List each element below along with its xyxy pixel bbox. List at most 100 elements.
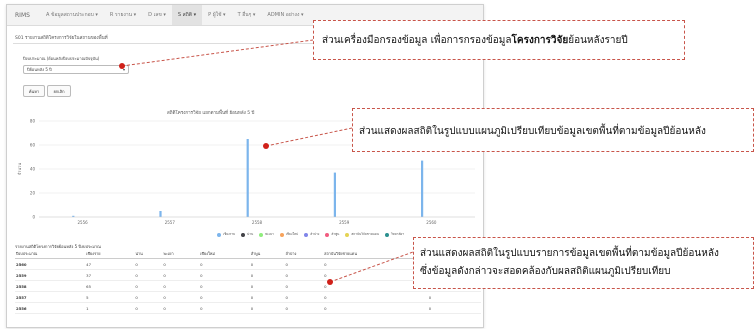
column-header[interactable]: ลำปาง — [284, 250, 324, 259]
table-cell: 0 — [199, 291, 250, 303]
table-row: 2559370000000 — [15, 269, 481, 281]
legend-swatch — [259, 232, 264, 237]
table-cell: 0 — [323, 302, 428, 314]
table-cell: 0 — [249, 269, 285, 281]
search-button[interactable]: ค้นหา — [23, 85, 45, 97]
legend-swatch — [241, 232, 246, 237]
legend-swatch — [279, 232, 284, 237]
callout-chart-note: ส่วนแสดงผลสถิติในรูปแบบแผนภูมิเปรียบเทีย… — [352, 108, 754, 152]
bar — [333, 172, 336, 217]
nav-item-report[interactable]: R รายงาน ▾ — [104, 5, 142, 25]
column-header[interactable]: ลำพูน — [249, 250, 285, 259]
row-year-cell: 2559 — [15, 269, 86, 281]
x-tick-label: 2559 — [339, 220, 350, 225]
callout-filter-note: ส่วนเครื่องมือกรองข้อมูล เพื่อการกรองข้อ… — [313, 20, 685, 60]
table-cell: 0 — [249, 258, 285, 270]
table-cell: 0 — [249, 291, 285, 303]
legend-swatch — [384, 232, 389, 237]
legend-label: พะเยา — [265, 232, 274, 236]
table-cell: 0 — [134, 302, 163, 314]
table-header-row: ปีงบประมาณ เชียงราย น่าน พะเยา เชียงใหม่ ลำพู… — [15, 250, 481, 259]
table-cell: 47 — [85, 258, 135, 270]
table-cell: 0 — [284, 291, 324, 303]
table-cell: 0 — [162, 269, 200, 281]
table-cell: 0 — [323, 291, 428, 303]
y-tick-label: 40 — [30, 167, 36, 172]
legend-label: ลำพูน — [331, 232, 340, 236]
column-header[interactable]: พะเยา — [162, 250, 200, 259]
table-cell: 0 — [199, 258, 250, 270]
row-year-cell: 2556 — [15, 302, 86, 314]
y-tick-label: 20 — [30, 191, 36, 196]
table-row: 2556 1 0 0 0 0 0 0 0 — [15, 302, 481, 314]
column-header[interactable]: ปีงบประมาณ — [15, 250, 86, 259]
legend-item[interactable]: วิทยาลัยฯ — [384, 232, 405, 237]
legend-swatch — [217, 232, 221, 237]
column-header[interactable]: น่าน — [134, 250, 163, 259]
nav-item-others[interactable]: T อื่นๆ ▾ — [232, 5, 262, 25]
y-tick-label: 60 — [30, 143, 36, 148]
table-cell: 0 — [199, 280, 250, 292]
callout-table-note: ส่วนแสดงผลสถิติในรูปแบบรายการข้อมูลเขตพื… — [413, 237, 754, 289]
x-tick-label: 2560 — [426, 220, 437, 225]
row-year-cell: 2558 — [15, 280, 86, 292]
bar — [159, 211, 162, 217]
legend-label: วิทยาลัยฯ — [390, 232, 405, 236]
legend-item[interactable]: สถาบันวิจัยชายแดน — [345, 232, 379, 237]
table-cell: 0 — [134, 291, 163, 303]
callout-filter-suffix: ย้อนหลังรายปี — [568, 35, 628, 46]
table-cell: 0 — [162, 302, 200, 314]
legend-item[interactable]: พะเยา — [259, 232, 274, 237]
nav-item-d[interactable]: D เลข ▾ — [142, 5, 172, 25]
clear-button[interactable]: ยกเลิก — [47, 85, 71, 97]
callout-filter-prefix: ส่วนเครื่องมือกรองข้อมูล เพื่อการกรองข้อ… — [322, 35, 512, 46]
legend-item[interactable]: ลำปาง — [304, 232, 319, 237]
filter-label: ปีงบประมาณ (ย้อนหลังปีงบประมาณปัจจุบัน) — [23, 56, 100, 61]
table-cell: 37 — [85, 269, 135, 281]
table-title: รายงานสถิติโครงการวิจัยย้อนหลัง 5 ปีงบปร… — [15, 244, 101, 249]
y-tick-label: 80 — [30, 119, 36, 124]
table-row: 2560470000000 — [15, 258, 481, 270]
table-cell: 0 — [284, 269, 324, 281]
table-cell: 0 — [284, 258, 324, 270]
y-tick-label: 0 — [32, 215, 35, 220]
legend-swatch — [325, 232, 330, 237]
legend-label: น่าน — [247, 232, 254, 236]
table-cell: 65 — [85, 280, 135, 292]
table-cell: 0 — [199, 302, 250, 314]
column-header[interactable]: เชียงราย — [85, 250, 135, 259]
x-tick-label: 2558 — [252, 220, 263, 225]
row-year-cell: 2560 — [15, 258, 86, 270]
column-header[interactable]: เชียงใหม่ — [199, 250, 250, 259]
chart-title: สถิติโครงการวิจัย แยกตามพื้นที่ ย้อนหลัง… — [167, 111, 255, 116]
table-cell: 0 — [249, 302, 285, 314]
legend-item[interactable]: น่าน — [241, 232, 253, 237]
table-cell: 0 — [249, 280, 285, 292]
legend-item[interactable]: เชียงราย — [217, 232, 235, 237]
nav-item-statistics[interactable]: S สถิติ ▾ — [171, 5, 203, 25]
row-year-cell: 2557 — [15, 291, 86, 303]
table-cell: 0 — [134, 269, 163, 281]
legend-swatch — [345, 232, 350, 237]
table-cell: 1 — [85, 302, 135, 314]
nav-item-admin[interactable]: ADMIN อย่างง ▾ — [261, 5, 309, 25]
brand-logo[interactable]: RIMS — [7, 12, 40, 19]
table-cell: 0 — [134, 280, 163, 292]
legend-item[interactable]: เชียงใหม่ — [279, 232, 299, 237]
legend-label: เชียงใหม่ — [285, 232, 299, 236]
table-cell: 0 — [284, 302, 324, 314]
callout-table-line2: ซึ่งข้อมูลดังกล่าวจะสอดคล้องกับผลสถิติแผ… — [420, 266, 671, 277]
nav-item-users[interactable]: P ผู้ใช้ ▾ — [202, 5, 231, 25]
callout-chart-text: ส่วนแสดงผลสถิติในรูปแบบแผนภูมิเปรียบเทีย… — [359, 126, 706, 137]
legend-swatch — [304, 232, 309, 237]
chart-legend: เชียงราย น่าน พะเยา เชียงใหม่ ลำปาง ลำพูน สถาบ… — [217, 232, 410, 237]
table-cell: 0 — [427, 302, 481, 314]
table-row: 2557 5 0 0 0 0 0 0 0 — [15, 291, 481, 303]
callout-filter-bold: โครงการวิจัย — [511, 35, 569, 46]
table-cell: 0 — [162, 291, 200, 303]
table-cell: 5 — [85, 291, 135, 303]
year-range-select[interactable]: ปีย้อนหลัง 5 ปี ▾ — [23, 65, 129, 74]
legend-item[interactable]: ลำพูน — [325, 232, 339, 237]
callout-table-line1: ส่วนแสดงผลสถิติในรูปแบบรายการข้อมูลเขตพื… — [420, 248, 719, 259]
nav-item-data[interactable]: A ข้อมูลสถานประกอบ ▾ — [40, 5, 104, 25]
